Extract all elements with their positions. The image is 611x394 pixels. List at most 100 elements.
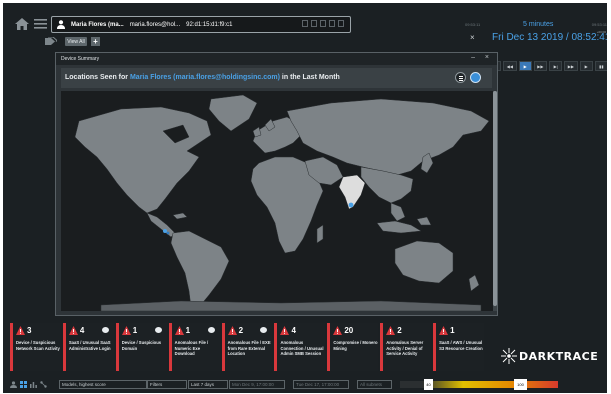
modal-titlebar[interactable]: Device Summary – ×: [56, 53, 497, 65]
breach-model-name: Anomalous File / Numeric Exe Download: [174, 340, 209, 356]
range-select[interactable]: Last 7 days: [188, 380, 228, 389]
breach-model-name: Device / Suspicious Domain: [121, 340, 162, 351]
forward-button[interactable]: ▶▶: [564, 61, 578, 71]
skip-end-button[interactable]: ▶|: [549, 61, 563, 71]
pause-button[interactable]: ▮▮: [594, 61, 607, 71]
breach-count: 4: [79, 326, 85, 335]
top-bar: Maria Flores (ma... maria.flores@hol... …: [3, 3, 607, 47]
warning-icon[interactable]: [320, 20, 326, 27]
location-marker: [163, 229, 167, 233]
model-breach-tile[interactable]: 4 SaaS / Unusual SaaS Administrative Logi…: [62, 323, 114, 371]
modal-window-title: Device Summary: [61, 56, 100, 62]
breach-count: 2: [238, 326, 244, 335]
modal-scrollbar-thumb[interactable]: [493, 91, 497, 306]
model-breach-tile[interactable]: 1 Anomalous File / Numeric Exe Download: [168, 323, 220, 371]
breach-model-name: SaaS / AWS / Unusual S3 Resource Creatio…: [439, 340, 483, 351]
device-summary-modal: Device Summary – × Locations Seen for Ma…: [55, 52, 498, 316]
location-marker: [166, 231, 170, 235]
view-all-button[interactable]: View All: [65, 37, 87, 46]
options-menu-icon[interactable]: [455, 72, 466, 83]
threshold-low-handle[interactable]: 40: [424, 379, 433, 390]
timeline-range[interactable]: 5 minutes: [523, 21, 553, 28]
graph-icon[interactable]: [338, 20, 344, 27]
current-datetime: Fri Dec 13 2019 / 08:52:41: [492, 32, 607, 43]
step-button[interactable]: ▶: [579, 61, 593, 71]
edit-icon[interactable]: [329, 20, 335, 27]
breach-model-name: Anomalous Connection / Unusual Admin SMB…: [280, 340, 324, 356]
darktrace-logo: DARKTRACE: [497, 346, 603, 366]
tag-icon[interactable]: [45, 37, 57, 46]
breach-count: 20: [344, 326, 354, 335]
world-map-svg: [74, 94, 490, 311]
home-icon[interactable]: [15, 18, 29, 30]
model-breach-tile[interactable]: 20 Compromise / Monero Mining: [327, 323, 379, 371]
add-tag-button[interactable]: +: [91, 37, 100, 46]
device-email: maria.flores@hol...: [129, 21, 181, 28]
threshold-high-handle[interactable]: 100: [514, 379, 527, 390]
warning-triangle-icon: [174, 326, 184, 335]
breach-model-name: SaaS / Unusual SaaS Administrative Login: [68, 340, 111, 351]
sort-select[interactable]: Models, highest score: [59, 380, 147, 389]
logo-text: DARKTRACE: [519, 350, 599, 363]
window-controls[interactable]: – ×: [471, 54, 493, 61]
model-breach-tile[interactable]: 2 Anomalous Server Activity / Denial of S…: [380, 323, 432, 371]
model-breach-tile[interactable]: 1 SaaS / AWS / Unusual S3 Resource Creati…: [433, 323, 485, 371]
warning-triangle-icon: [280, 326, 290, 335]
breach-model-name: Device / Suspicious Network Scan Activit…: [16, 340, 60, 351]
person-icon: [57, 20, 65, 29]
device-tools: [302, 20, 344, 27]
user-icon[interactable]: [10, 381, 17, 388]
timezone-offset: +00:00: [596, 30, 606, 34]
chart-icon[interactable]: [30, 381, 37, 388]
warning-triangle-icon: [16, 326, 25, 335]
play-button[interactable]: ▶: [518, 61, 532, 71]
grid-icon[interactable]: [20, 381, 27, 388]
warning-triangle-icon: [333, 326, 343, 335]
close-time-icon[interactable]: ×: [470, 33, 475, 42]
modal-scrollbar[interactable]: [493, 91, 497, 311]
breach-count: 2: [397, 326, 402, 335]
warning-triangle-icon: [121, 326, 131, 335]
breach-count: 4: [291, 326, 296, 335]
darktrace-logo-icon: [501, 348, 517, 364]
breach-count: 1: [450, 326, 455, 335]
warning-triangle-icon: [68, 326, 78, 335]
fast-forward-button[interactable]: ▶▶: [533, 61, 547, 71]
breach-model-name: Anomalous File / EXE from Rare External …: [227, 340, 271, 356]
warning-triangle-icon: [227, 326, 237, 335]
hamburger-menu-icon[interactable]: [34, 19, 47, 29]
breach-model-name: Compromise / Monero Mining: [333, 340, 378, 351]
comment-icon[interactable]: [260, 327, 268, 333]
date-to-field[interactable]: Tue Dec 17, 17:00:00: [293, 380, 349, 389]
filters-button[interactable]: Filters: [147, 380, 187, 389]
network-icon[interactable]: [40, 381, 47, 388]
warning-triangle-icon: [386, 326, 396, 335]
model-breach-tile[interactable]: 4 Anomalous Connection / Unusual Admin SM…: [274, 323, 326, 371]
model-breach-tile[interactable]: 2 Anomalous File / EXE from Rare External…: [221, 323, 273, 371]
model-breach-tile[interactable]: 3 Device / Suspicious Network Scan Activi…: [10, 323, 61, 371]
time-selector: 09:53:11 09:53:11 5 minutes × Fri Dec 13…: [461, 15, 607, 57]
bottom-bar: Models, highest score Filters Last 7 day…: [3, 376, 607, 393]
breach-count: 1: [185, 326, 191, 335]
subnet-select[interactable]: All subnets: [357, 380, 392, 389]
comment-icon[interactable]: [154, 327, 162, 333]
model-breach-tile[interactable]: 1 Device / Suspicious Domain: [115, 323, 167, 371]
timeline-right-time: 09:53:11: [591, 22, 607, 27]
list-icon[interactable]: [311, 20, 317, 27]
breach-model-name: Anomalous Server Activity / Denial of Se…: [386, 340, 424, 356]
rewind-button[interactable]: ◀◀: [503, 61, 517, 71]
comment-icon[interactable]: [207, 327, 215, 333]
timeline-left-time: 09:53:11: [465, 22, 481, 27]
device-selector[interactable]: Maria Flores (ma... maria.flores@hol... …: [51, 16, 351, 33]
date-from-field[interactable]: Mon Dec 9, 17:00:00: [229, 380, 285, 389]
model-icon[interactable]: [302, 20, 308, 27]
location-marker: [348, 202, 354, 208]
device-name: Maria Flores (ma...: [71, 21, 124, 28]
device-mac: 92:d1:15:d1:f9:c1: [186, 21, 233, 28]
world-map: [61, 91, 493, 311]
model-breach-strip: 3 Device / Suspicious Network Scan Activi…: [10, 323, 485, 371]
warning-triangle-icon: [439, 326, 449, 335]
comment-icon[interactable]: [101, 327, 109, 333]
app-screen: Maria Flores (ma... maria.flores@hol... …: [3, 3, 607, 393]
info-icon[interactable]: [470, 72, 481, 83]
